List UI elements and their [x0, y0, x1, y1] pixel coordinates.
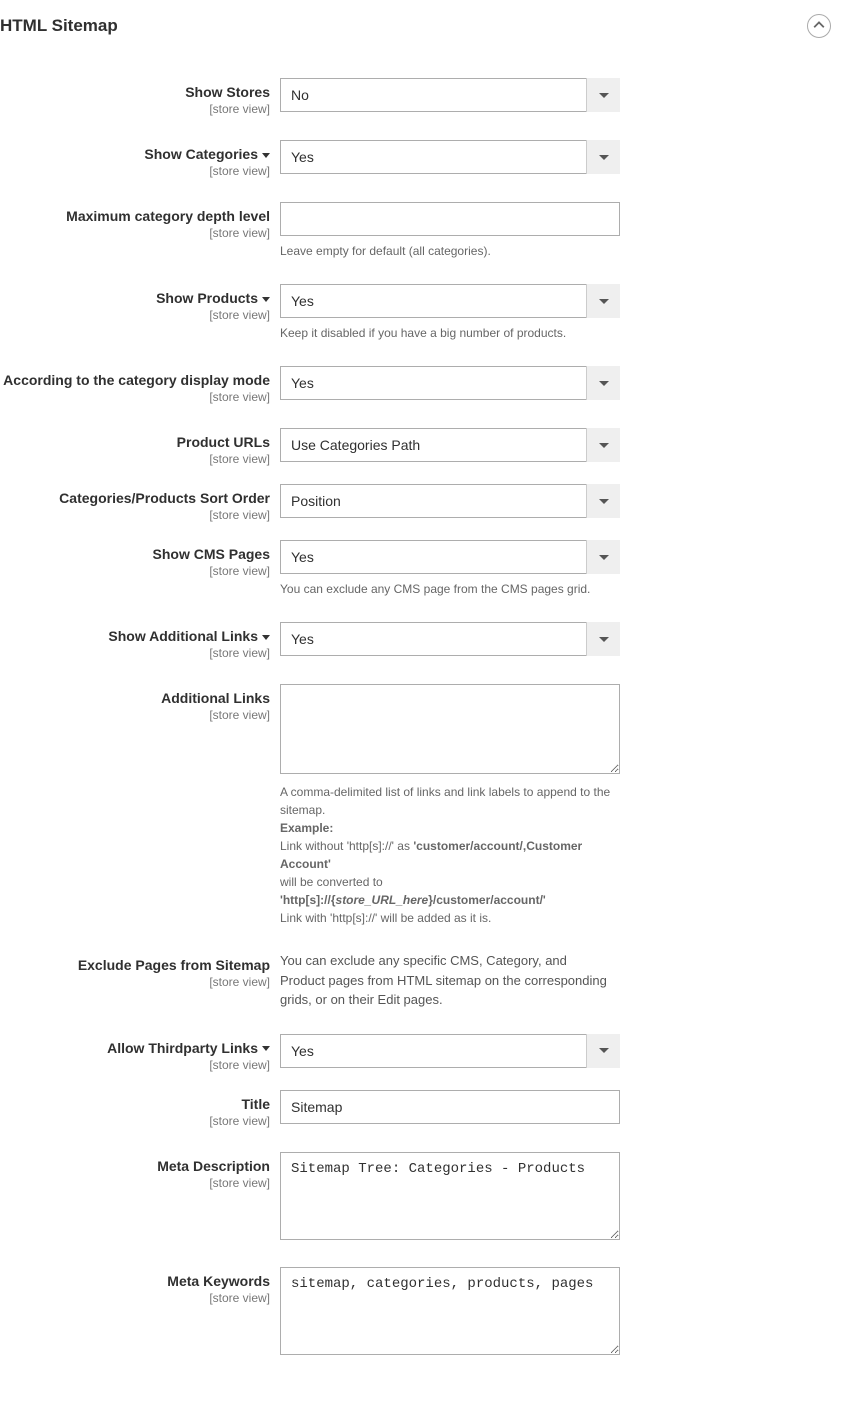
show-products-select[interactable]: [280, 284, 620, 318]
label: Meta Keywords [store view]: [0, 1267, 280, 1305]
sort-order-select[interactable]: [280, 484, 620, 518]
field-note: A comma-delimited list of links and link…: [280, 783, 620, 927]
label: Show CMS Pages [store view]: [0, 540, 280, 578]
show-additional-links-select[interactable]: [280, 622, 620, 656]
section-title: HTML Sitemap: [0, 16, 118, 36]
row-show-products: Show Products [store view] Keep it disab…: [0, 284, 837, 342]
label: Show Additional Links [store view]: [0, 622, 280, 660]
title-input[interactable]: [280, 1090, 620, 1124]
label: Exclude Pages from Sitemap [store view]: [0, 951, 280, 989]
section-header[interactable]: HTML Sitemap: [0, 0, 837, 52]
additional-links-textarea[interactable]: [280, 684, 620, 774]
label: Maximum category depth level [store view…: [0, 202, 280, 240]
field-note: Keep it disabled if you have a big numbe…: [280, 324, 620, 342]
row-show-additional-links: Show Additional Links [store view]: [0, 622, 837, 660]
label: Title [store view]: [0, 1090, 280, 1128]
collapse-icon[interactable]: [807, 14, 831, 38]
label: Categories/Products Sort Order [store vi…: [0, 484, 280, 522]
row-show-categories: Show Categories [store view]: [0, 140, 837, 178]
field-note: Leave empty for default (all categories)…: [280, 242, 620, 260]
product-urls-select[interactable]: [280, 428, 620, 462]
show-stores-select[interactable]: [280, 78, 620, 112]
label: Additional Links [store view]: [0, 684, 280, 722]
row-max-category-depth: Maximum category depth level [store view…: [0, 202, 837, 260]
row-meta-keywords: Meta Keywords [store view]: [0, 1267, 837, 1358]
row-meta-description: Meta Description [store view]: [0, 1152, 837, 1243]
row-sort-order: Categories/Products Sort Order [store vi…: [0, 484, 837, 522]
caret-down-icon: [262, 1046, 270, 1051]
row-additional-links: Additional Links [store view] A comma-de…: [0, 684, 837, 927]
label: Show Products [store view]: [0, 284, 280, 322]
label: According to the category display mode […: [0, 366, 280, 404]
row-allow-thirdparty: Allow Thirdparty Links [store view]: [0, 1034, 837, 1072]
meta-keywords-textarea[interactable]: [280, 1267, 620, 1355]
fieldset: Show Stores [store view] Show Categories…: [0, 78, 837, 1358]
row-show-cms: Show CMS Pages [store view] You can excl…: [0, 540, 837, 598]
max-category-depth-input[interactable]: [280, 202, 620, 236]
field-note: You can exclude any CMS page from the CM…: [280, 580, 620, 598]
allow-thirdparty-select[interactable]: [280, 1034, 620, 1068]
row-category-display-mode: According to the category display mode […: [0, 366, 837, 404]
row-exclude-pages: Exclude Pages from Sitemap [store view] …: [0, 951, 837, 1010]
category-display-mode-select[interactable]: [280, 366, 620, 400]
row-product-urls: Product URLs [store view]: [0, 428, 837, 466]
meta-description-textarea[interactable]: [280, 1152, 620, 1240]
label: Meta Description [store view]: [0, 1152, 280, 1190]
caret-down-icon: [262, 635, 270, 640]
label: Show Stores [store view]: [0, 78, 280, 116]
label: Product URLs [store view]: [0, 428, 280, 466]
show-cms-select[interactable]: [280, 540, 620, 574]
label: Allow Thirdparty Links [store view]: [0, 1034, 280, 1072]
caret-down-icon: [262, 153, 270, 158]
label: Show Categories [store view]: [0, 140, 280, 178]
row-show-stores: Show Stores [store view]: [0, 78, 837, 116]
field-note: You can exclude any specific CMS, Catego…: [280, 951, 610, 1010]
caret-down-icon: [262, 297, 270, 302]
show-categories-select[interactable]: [280, 140, 620, 174]
row-title: Title [store view]: [0, 1090, 837, 1128]
